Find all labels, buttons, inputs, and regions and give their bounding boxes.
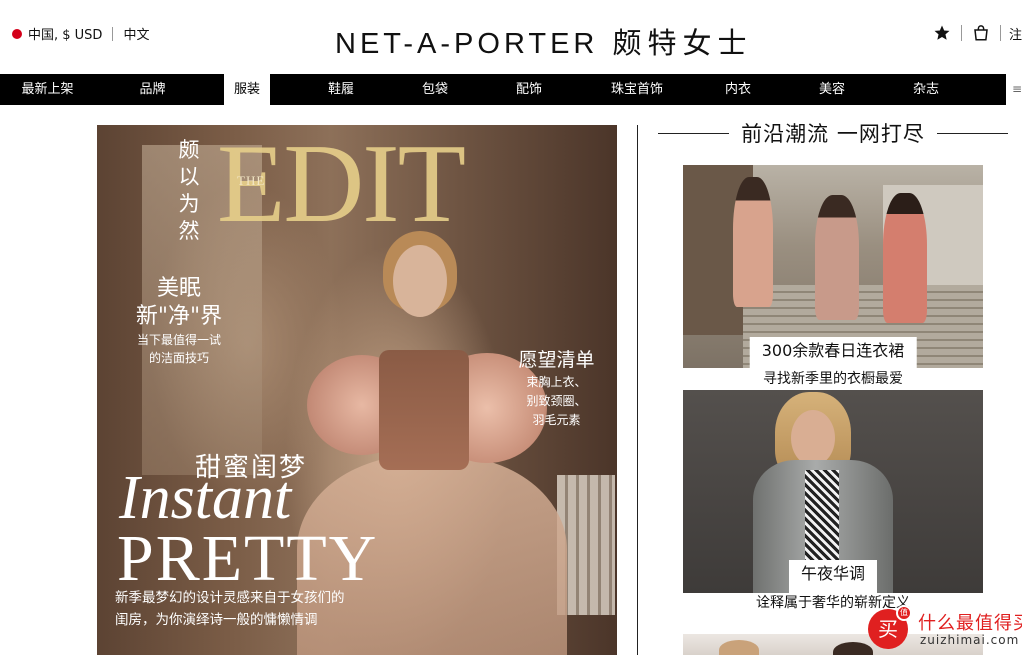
hero-caption: 新季最梦幻的设计灵感来自于女孩们的 闺房，为你演绎诗一般的慵懒情调 [115,587,415,631]
nav-item-designers[interactable]: 品牌 [95,74,210,105]
hero-right-story: 愿望清单 束胸上衣、 别致颈圈、 羽毛元素 [509,347,604,430]
hero-right-sub-3: 羽毛元素 [532,413,581,427]
nav-overflow-icon[interactable]: ≡ [1012,82,1022,96]
trend-card-title: 午夜华调 [800,564,866,583]
brand-name-en: NET-A-PORTER [335,28,599,60]
china-flag-dot-icon [12,28,22,39]
watermark-text-en: zuizhimai.com [920,633,1020,647]
trend-card-subtitle[interactable]: 寻找新季里的衣橱最爱 [683,368,983,388]
hero-model-face [393,245,447,317]
watermark-badge-small-icon: 值 [896,605,912,621]
hero-vertical-char: 以 [178,165,200,189]
locale-divider [112,26,114,41]
card-photo-model-hair [719,640,759,655]
card-photo-model [815,195,859,320]
hero-model-bodice [379,350,469,470]
shopping-bag-button[interactable] [970,22,992,44]
trend-card-midnight[interactable]: 午夜华调 [683,390,983,593]
trends-section-header: 前沿潮流 一网打尽 [658,118,1008,148]
nav-item-shoes[interactable]: 鞋履 [294,74,388,105]
trend-card-label: 300余款春日连衣裙 [749,337,917,368]
register-link[interactable]: 注 [1009,24,1022,43]
locale-currency[interactable]: 中国, $ USD [28,24,102,43]
actions-divider [960,25,962,41]
hero-caption-line-2: 闺房，为你演绎诗一般的慵懒情调 [115,612,318,628]
trends-section-title: 前沿潮流 一网打尽 [741,122,925,146]
nav-item-magazine[interactable]: 杂志 [886,74,966,105]
locale-selector[interactable]: 中国, $ USD 中文 [12,24,149,43]
hero-pretty-title: PRETTY [117,522,379,595]
hero-left-title-2: 新"净"界 [135,304,223,329]
nav-item-new-arrivals[interactable]: 最新上架 [0,74,95,105]
hero-right-sub-1: 束胸上衣、 [526,375,587,389]
nav-item-jewelry[interactable]: 珠宝首饰 [576,74,698,105]
column-divider [637,125,638,655]
header-rule-right [936,132,1008,134]
brand-name-cn: 颇特女士 [612,28,753,60]
hero-vertical-char: 然 [178,219,200,243]
watermark-text-cn: 什么最值得买 [918,613,1022,634]
hero-right-title: 愿望清单 [518,349,595,371]
nav-item-lingerie[interactable]: 内衣 [698,74,778,105]
star-icon [934,25,950,40]
nav-item-beauty[interactable]: 美容 [778,74,886,105]
hero-right-sub-2: 别致颈圈、 [526,394,587,408]
card-photo-model-face [791,410,835,466]
card-photo-model-hair [833,642,873,655]
hero-vertical-char: 为 [178,192,200,216]
hero-vertical-title: 颇 以 为 然 [175,137,203,245]
main-nav: 最新上架 品牌 服装 鞋履 包袋 配饰 珠宝首饰 内衣 美容 杂志 [0,74,1006,105]
brand-logo[interactable]: NET-A-PORTER 颇特女士 [335,20,752,62]
hero-vertical-char: 颇 [178,138,200,162]
watermark-logo: 买 值 什么最值得买 zuizhimai.com [868,605,1022,651]
shopping-bag-icon [974,25,988,41]
hero-the-logo: THE [237,173,266,188]
wishlist-button[interactable] [931,22,953,44]
hero-banner-the-edit[interactable]: EDIT THE 颇 以 为 然 美眠 新"净"界 当下最值得一试 的洁面技巧 … [97,125,617,655]
top-bar: 中国, $ USD 中文 NET-A-PORTER 颇特女士 注 [0,0,1022,74]
card-photo-model [883,193,927,323]
trend-card-spring-dresses[interactable]: 300余款春日连衣裙 [683,165,983,368]
hero-caption-line-1: 新季最梦幻的设计灵感来自于女孩们的 [115,590,345,606]
hero-left-title-1: 美眠 [156,276,201,301]
hero-left-story: 美眠 新"净"界 当下最值得一试 的洁面技巧 [119,275,239,367]
nav-item-accessories[interactable]: 配饰 [482,74,576,105]
trend-card-title: 300余款春日连衣裙 [761,341,905,360]
actions-divider-2 [999,25,1001,41]
header-rule-left [658,132,730,134]
card-photo-model [733,177,773,307]
trend-card-label: 午夜华调 [788,560,878,593]
nav-item-clothing[interactable]: 服装 [224,74,270,105]
hero-left-sub-2: 的洁面技巧 [148,351,209,365]
language-selector[interactable]: 中文 [123,24,149,43]
hero-left-sub-1: 当下最值得一试 [136,333,221,347]
nav-item-bags[interactable]: 包袋 [388,74,482,105]
header-actions: 注 [931,22,1022,44]
